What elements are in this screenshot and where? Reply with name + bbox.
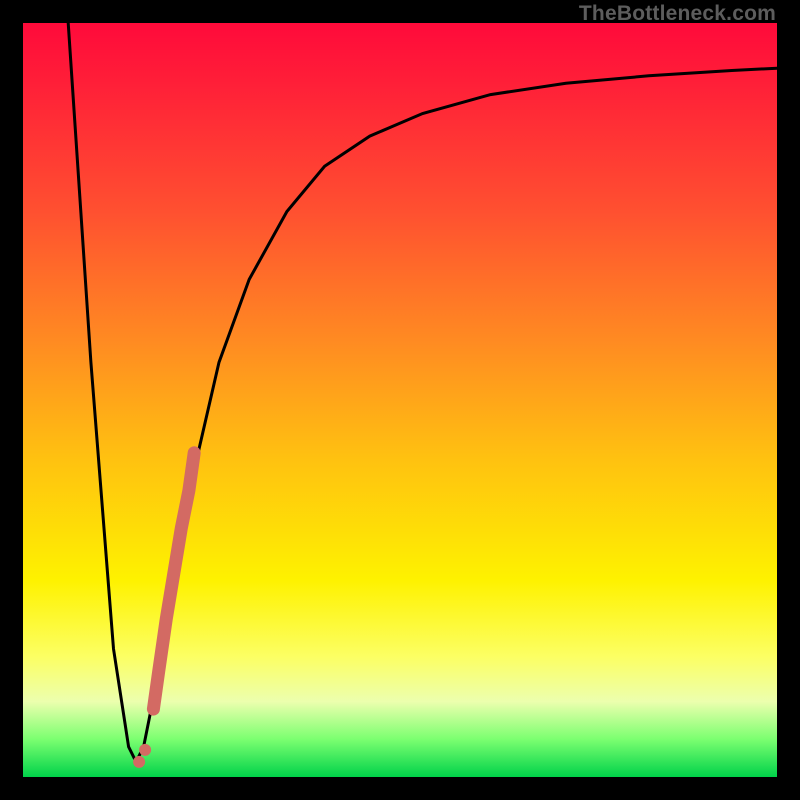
highlight-dot — [133, 756, 145, 768]
highlight-dot — [139, 744, 151, 756]
curve-line — [68, 23, 777, 762]
highlight-segment — [153, 453, 194, 709]
watermark-text: TheBottleneck.com — [579, 2, 776, 26]
plot-area — [23, 23, 777, 777]
highlight-dots — [133, 744, 151, 768]
chart-frame: TheBottleneck.com — [0, 0, 800, 800]
chart-svg — [23, 23, 777, 777]
